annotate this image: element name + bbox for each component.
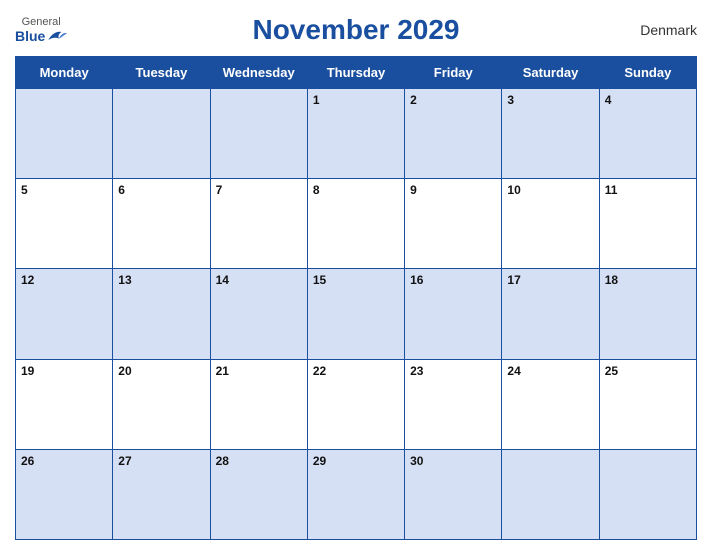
calendar-cell: 9: [405, 179, 502, 269]
day-number: 30: [410, 454, 423, 468]
calendar-cell: 18: [599, 269, 696, 359]
logo-general-text: General: [22, 17, 61, 28]
day-number: 17: [507, 273, 520, 287]
calendar-header: General Blue November 2029 Denmark: [15, 10, 697, 50]
calendar-cell: 24: [502, 359, 599, 449]
calendar-cell: 19: [16, 359, 113, 449]
weekday-header-saturday: Saturday: [502, 57, 599, 89]
weekday-header-monday: Monday: [16, 57, 113, 89]
calendar-header-row: MondayTuesdayWednesdayThursdayFridaySatu…: [16, 57, 697, 89]
calendar-cell: 20: [113, 359, 210, 449]
page-title: November 2029: [252, 14, 459, 46]
logo-bird-icon: [47, 28, 67, 44]
day-number: 16: [410, 273, 423, 287]
calendar-cell: 25: [599, 359, 696, 449]
calendar-cell: 10: [502, 179, 599, 269]
calendar-week-2: 5 6 7 8 9 10 11: [16, 179, 697, 269]
day-number: 3: [507, 93, 514, 107]
calendar-table: MondayTuesdayWednesdayThursdayFridaySatu…: [15, 56, 697, 540]
day-number: 13: [118, 273, 131, 287]
calendar-cell: 4: [599, 89, 696, 179]
weekday-header-sunday: Sunday: [599, 57, 696, 89]
calendar-cell: [502, 449, 599, 539]
calendar-cell: 22: [307, 359, 404, 449]
day-number: 14: [216, 273, 229, 287]
day-number: 7: [216, 183, 223, 197]
calendar-cell: 17: [502, 269, 599, 359]
weekday-header-tuesday: Tuesday: [113, 57, 210, 89]
day-number: 4: [605, 93, 612, 107]
calendar-cell: 28: [210, 449, 307, 539]
day-number: 18: [605, 273, 618, 287]
calendar-cell: 2: [405, 89, 502, 179]
calendar-cell: 12: [16, 269, 113, 359]
calendar-cell: 21: [210, 359, 307, 449]
day-number: 24: [507, 364, 520, 378]
day-number: 27: [118, 454, 131, 468]
calendar-cell: 29: [307, 449, 404, 539]
calendar-cell: 8: [307, 179, 404, 269]
day-number: 28: [216, 454, 229, 468]
calendar-cell: [113, 89, 210, 179]
calendar-cell: 3: [502, 89, 599, 179]
day-number: 26: [21, 454, 34, 468]
calendar-cell: 15: [307, 269, 404, 359]
weekday-header-friday: Friday: [405, 57, 502, 89]
calendar-week-1: 1 2 3 4: [16, 89, 697, 179]
day-number: 25: [605, 364, 618, 378]
day-number: 22: [313, 364, 326, 378]
weekday-header-thursday: Thursday: [307, 57, 404, 89]
day-number: 1: [313, 93, 320, 107]
calendar-cell: 7: [210, 179, 307, 269]
calendar-body: 1234567891011121314151617181920212223242…: [16, 89, 697, 540]
day-number: 2: [410, 93, 417, 107]
logo: General Blue: [15, 17, 67, 44]
calendar-cell: 16: [405, 269, 502, 359]
day-number: 8: [313, 183, 320, 197]
calendar-cell: [599, 449, 696, 539]
day-number: 15: [313, 273, 326, 287]
calendar-cell: 14: [210, 269, 307, 359]
calendar-week-5: 26 27 28 29 30: [16, 449, 697, 539]
day-number: 9: [410, 183, 417, 197]
calendar-cell: 26: [16, 449, 113, 539]
day-number: 11: [605, 183, 618, 197]
day-number: 5: [21, 183, 28, 197]
calendar-cell: [210, 89, 307, 179]
calendar-cell: [16, 89, 113, 179]
day-number: 19: [21, 364, 34, 378]
day-number: 23: [410, 364, 423, 378]
country-label: Denmark: [640, 22, 697, 38]
calendar-cell: 13: [113, 269, 210, 359]
logo-blue-text: Blue: [15, 29, 45, 43]
calendar-cell: 23: [405, 359, 502, 449]
calendar-cell: 27: [113, 449, 210, 539]
weekday-header-wednesday: Wednesday: [210, 57, 307, 89]
calendar-cell: 6: [113, 179, 210, 269]
calendar-cell: 1: [307, 89, 404, 179]
calendar-cell: 30: [405, 449, 502, 539]
calendar-cell: 5: [16, 179, 113, 269]
day-number: 20: [118, 364, 131, 378]
day-number: 6: [118, 183, 125, 197]
day-number: 21: [216, 364, 229, 378]
calendar-cell: 11: [599, 179, 696, 269]
calendar-week-3: 12 13 14 15 16 17 18: [16, 269, 697, 359]
day-number: 12: [21, 273, 34, 287]
calendar-week-4: 19 20 21 22 23 24 25: [16, 359, 697, 449]
day-number: 29: [313, 454, 326, 468]
day-number: 10: [507, 183, 520, 197]
